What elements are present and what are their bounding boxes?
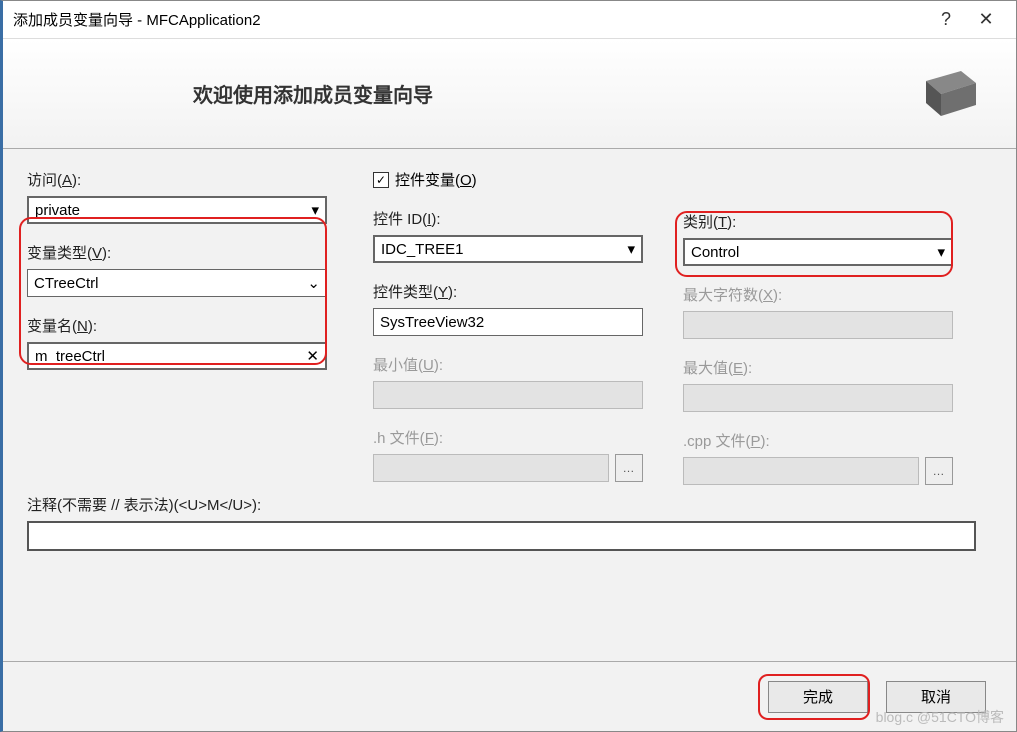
hfile-browse-button: … [615,454,643,482]
cppfile-browse-button: … [925,457,953,485]
access-block: 访问(A): private ▾ [27,169,327,224]
varname-block: 变量名(N): m_treeCtrl ✕ [27,315,327,370]
column-left: 访问(A): private ▾ 变量类型(V): CTreeCtrl ⌄ 变量… [27,169,327,388]
varname-value: m_treeCtrl [35,348,105,365]
controlid-value: IDC_TREE1 [381,241,464,258]
column-middle: ✓ 控件变量(O) 控件 ID(I): IDC_TREE1 ▾ 控件类型(Y):… [373,169,643,500]
controltype-label: 控件类型(Y): [373,281,643,302]
finish-button[interactable]: 完成 [768,681,868,713]
wizard-header: 欢迎使用添加成员变量向导 [3,39,1016,149]
minval-block: 最小值(U): [373,354,643,409]
varname-label: 变量名(N): [27,315,327,336]
access-combo[interactable]: private ▾ [27,196,327,224]
vartype-value: CTreeCtrl [34,275,98,292]
hfile-block: .h 文件(F): … [373,427,643,482]
varname-input[interactable]: m_treeCtrl ✕ [27,342,327,370]
comment-input[interactable] [27,521,976,551]
close-button[interactable]: ✕ [966,9,1006,30]
comment-label: 注释(不需要 // 表示法)(<U>M</U>): [27,494,976,515]
minval-label: 最小值(U): [373,354,643,375]
category-label: 类别(T): [683,211,953,232]
welcome-text: 欢迎使用添加成员变量向导 [193,79,433,108]
clear-icon[interactable]: ✕ [306,347,319,365]
category-combo[interactable]: Control ▾ [683,238,953,266]
controlvar-checkbox-row[interactable]: ✓ 控件变量(O) [373,169,643,190]
vartype-combo[interactable]: CTreeCtrl ⌄ [27,269,327,297]
controltype-value: SysTreeView32 [380,314,484,331]
cppfile-label: .cpp 文件(P): [683,430,953,451]
access-label: 访问(A): [27,169,327,190]
hfile-input [373,454,609,482]
chevron-down-icon: ▾ [311,201,319,219]
maxval-block: 最大值(E): [683,357,953,412]
cppfile-block: .cpp 文件(P): … [683,430,953,485]
cppfile-input [683,457,919,485]
watermark-text: blog.c @51CTO博客 [876,707,1004,727]
checkbox-checked-icon[interactable]: ✓ [373,172,389,188]
wizard-cube-icon [906,61,986,126]
comment-section: 注释(不需要 // 表示法)(<U>M</U>): [27,494,976,551]
spacer [683,169,953,193]
titlebar: 添加成员变量向导 - MFCApplication2 ? ✕ [3,1,1016,39]
category-block: 类别(T): Control ▾ [683,211,953,266]
window-title: 添加成员变量向导 - MFCApplication2 [13,9,926,30]
hfile-label: .h 文件(F): [373,427,643,448]
vartype-block: 变量类型(V): CTreeCtrl ⌄ [27,242,327,297]
controltype-input: SysTreeView32 [373,308,643,336]
maxchars-input [683,311,953,339]
access-value: private [35,202,80,219]
maxchars-label: 最大字符数(X): [683,284,953,305]
controlid-combo[interactable]: IDC_TREE1 ▾ [373,235,643,263]
controlvar-label: 控件变量(O) [395,169,477,190]
wizard-window: 添加成员变量向导 - MFCApplication2 ? ✕ 欢迎使用添加成员变… [0,0,1017,732]
maxchars-block: 最大字符数(X): [683,284,953,339]
maxval-label: 最大值(E): [683,357,953,378]
category-value: Control [691,244,739,261]
controlid-label: 控件 ID(I): [373,208,643,229]
controlid-block: 控件 ID(I): IDC_TREE1 ▾ [373,208,643,263]
vartype-label: 变量类型(V): [27,242,327,263]
maxval-input [683,384,953,412]
controltype-block: 控件类型(Y): SysTreeView32 [373,281,643,336]
wizard-footer: 完成 取消 blog.c @51CTO博客 [3,661,1016,731]
chevron-down-icon: ▾ [627,240,635,258]
column-right: 类别(T): Control ▾ 最大字符数(X): 最大值(E): .cpp … [683,169,953,503]
wizard-body: 访问(A): private ▾ 变量类型(V): CTreeCtrl ⌄ 变量… [3,149,1016,661]
help-button[interactable]: ? [926,9,966,30]
chevron-down-icon: ⌄ [307,274,320,292]
minval-input [373,381,643,409]
chevron-down-icon: ▾ [937,243,945,261]
